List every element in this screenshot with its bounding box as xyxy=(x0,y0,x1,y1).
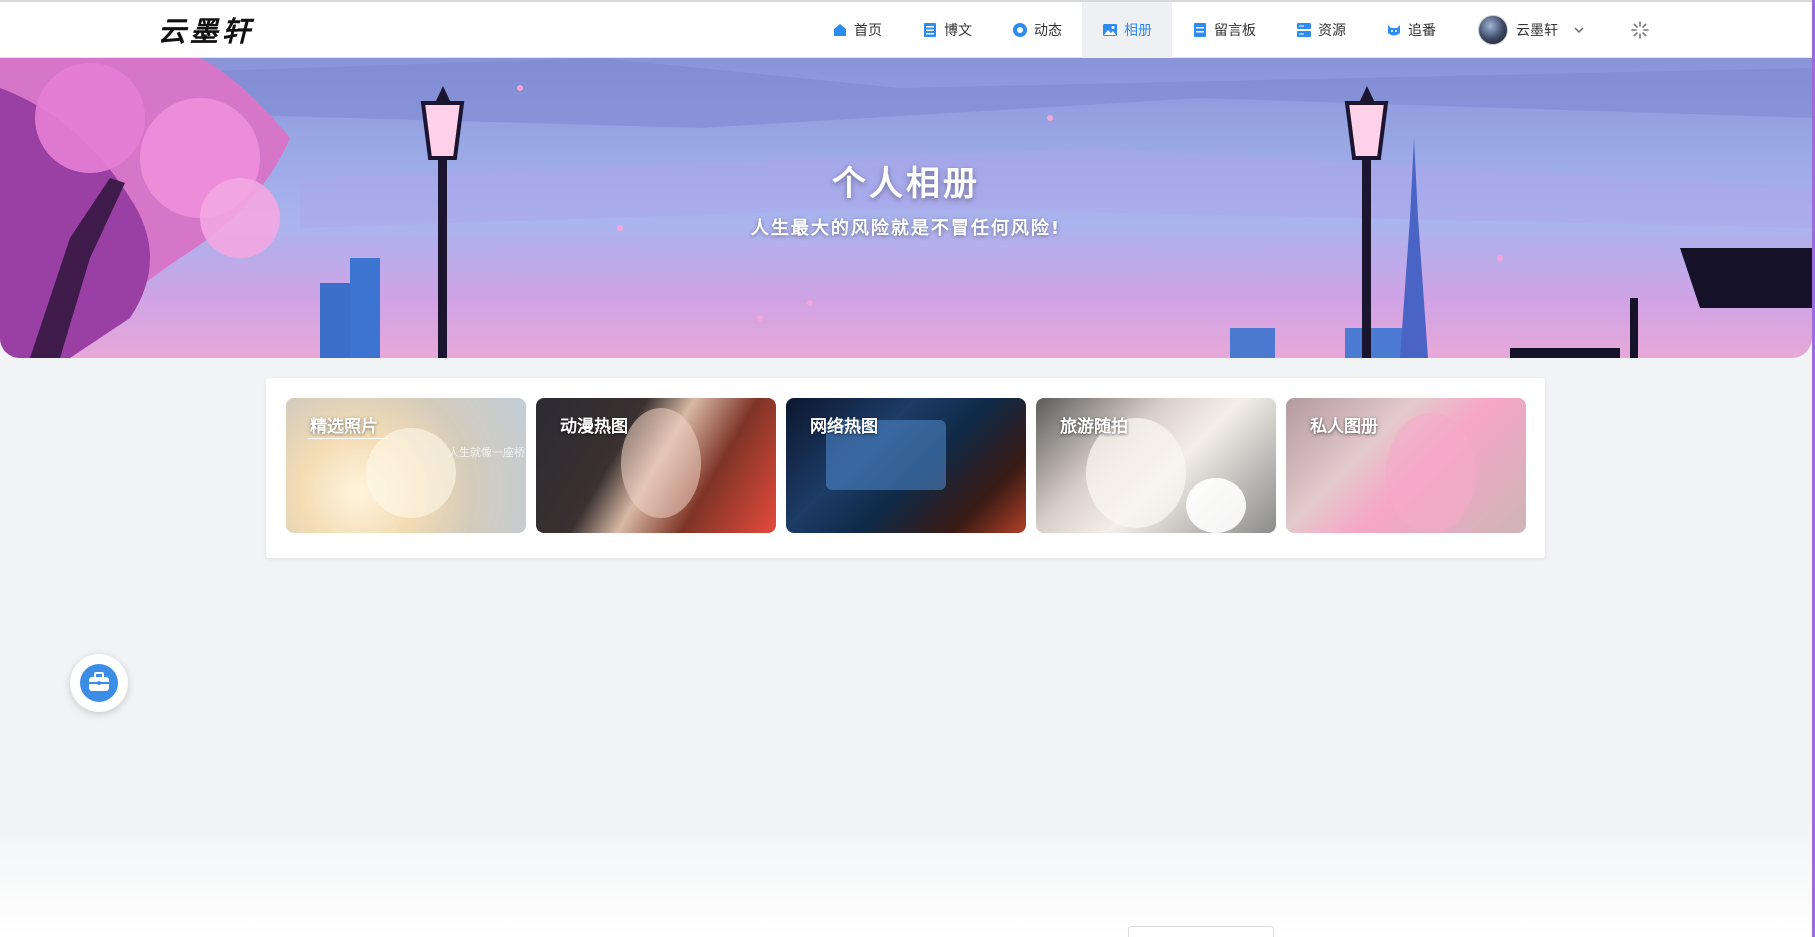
album-label: 网络热图 xyxy=(810,417,878,437)
nav-label-blog: 博文 xyxy=(944,23,972,39)
footer-widget[interactable] xyxy=(1128,926,1274,937)
album-panel: 精选照片 人生就像一座桥 动漫热图 网络热图 旅游随拍 私人图册 xyxy=(266,378,1545,558)
page: 云墨轩 首页 博文 动态 相册 留言板 资源 追番 云墨轩 个人相册 人生最大的… xyxy=(0,0,1815,937)
cat-figure xyxy=(1186,478,1246,533)
main-nav: 首页 博文 动态 相册 留言板 资源 追番 云墨轩 xyxy=(812,2,1650,58)
album-card-featured[interactable]: 精选照片 人生就像一座桥 xyxy=(286,398,526,533)
nav-item-home[interactable]: 首页 xyxy=(812,2,902,58)
album-label: 动漫热图 xyxy=(560,417,628,437)
server-icon xyxy=(1296,22,1312,38)
album-label: 精选照片 xyxy=(310,417,378,437)
cat-icon xyxy=(1386,22,1402,38)
nav-label-home: 首页 xyxy=(854,23,882,39)
toolbox-icon xyxy=(80,664,118,702)
card-image xyxy=(621,408,701,518)
nav-label-moments: 动态 xyxy=(1034,23,1062,39)
avatar xyxy=(1478,15,1508,45)
album-card-anime[interactable]: 动漫热图 xyxy=(536,398,776,533)
nav-item-anime[interactable]: 追番 xyxy=(1366,2,1456,58)
image-icon xyxy=(1102,22,1118,38)
banner-illustration xyxy=(0,58,1812,358)
loading-icon[interactable] xyxy=(1630,20,1650,40)
card-image xyxy=(366,428,456,518)
album-hint: 人生就像一座桥 xyxy=(448,446,525,459)
hero-banner: 个人相册 人生最大的风险就是不冒任何风险! xyxy=(0,58,1812,358)
toolbox-button[interactable] xyxy=(70,654,128,712)
banner-subtitle: 人生最大的风险就是不冒任何风险! xyxy=(750,218,1062,239)
nav-item-blog[interactable]: 博文 xyxy=(902,2,992,58)
user-menu[interactable]: 云墨轩 xyxy=(1456,2,1608,58)
nav-item-resources[interactable]: 资源 xyxy=(1276,2,1366,58)
home-icon xyxy=(832,22,848,38)
chevron-down-icon xyxy=(1574,27,1584,34)
album-card-private[interactable]: 私人图册 xyxy=(1286,398,1526,533)
nav-item-guestbook[interactable]: 留言板 xyxy=(1172,2,1276,58)
site-logo[interactable]: 云墨轩 xyxy=(158,10,254,50)
nav-item-moments[interactable]: 动态 xyxy=(992,2,1082,58)
album-underline xyxy=(308,438,388,439)
nav-label-resources: 资源 xyxy=(1318,23,1346,39)
list-icon xyxy=(922,22,938,38)
nav-item-album[interactable]: 相册 xyxy=(1082,2,1172,58)
album-card-web[interactable]: 网络热图 xyxy=(786,398,1026,533)
user-name: 云墨轩 xyxy=(1516,23,1558,39)
card-image xyxy=(1386,413,1476,533)
banner-title: 个人相册 xyxy=(832,164,980,204)
nav-label-guestbook: 留言板 xyxy=(1214,23,1256,39)
album-label: 旅游随拍 xyxy=(1060,417,1128,437)
album-label: 私人图册 xyxy=(1310,417,1378,437)
footer-area xyxy=(0,820,1812,937)
album-card-travel[interactable]: 旅游随拍 xyxy=(1036,398,1276,533)
nav-label-album: 相册 xyxy=(1124,23,1152,39)
album-list: 精选照片 人生就像一座桥 动漫热图 网络热图 旅游随拍 私人图册 xyxy=(286,398,1526,533)
aperture-icon xyxy=(1012,22,1028,38)
note-icon xyxy=(1192,22,1208,38)
top-navbar: 云墨轩 首页 博文 动态 相册 留言板 资源 追番 云墨轩 xyxy=(0,0,1812,58)
nav-label-anime: 追番 xyxy=(1408,23,1436,39)
